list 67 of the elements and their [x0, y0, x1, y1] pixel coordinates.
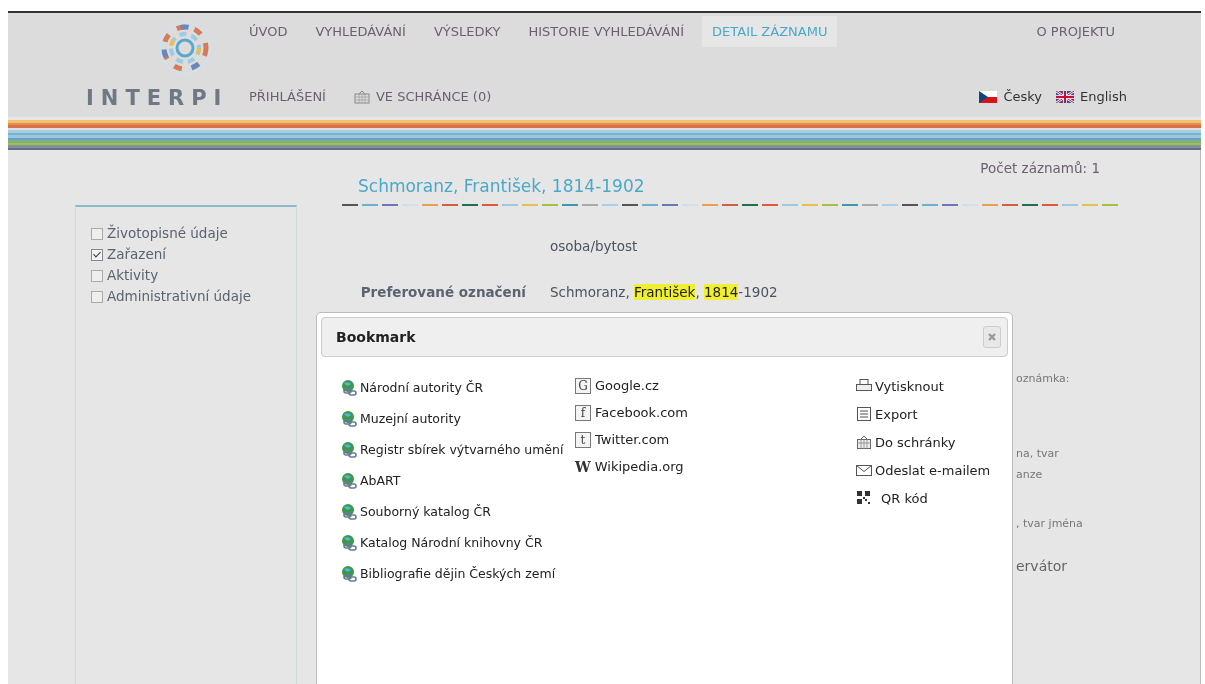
language-link[interactable]: Česky: [979, 89, 1043, 104]
share-link[interactable]: G Google.cz: [575, 372, 659, 399]
authority-link[interactable]: Bibliografie dějin Českých zemí: [340, 558, 556, 589]
field-text: na, tvar: [1016, 447, 1059, 460]
globe-link-icon: [340, 409, 358, 428]
authority-link[interactable]: Muzejní autority: [340, 403, 461, 434]
action-link[interactable]: Odeslat e-mailem: [855, 456, 991, 484]
nav-tab[interactable]: HISTORIE VYHLEDÁVÁNÍ: [528, 23, 699, 39]
nav-tab[interactable]: VYHLEDÁVÁNÍ: [315, 23, 420, 39]
close-icon: [987, 332, 997, 342]
share-link[interactable]: t Twitter.com: [575, 426, 670, 453]
authority-link[interactable]: Katalog Národní knihovny ČR: [340, 527, 543, 558]
authority-link[interactable]: AbART: [340, 465, 401, 496]
authority-link[interactable]: Národní autority ČR: [340, 372, 484, 403]
checkbox-label[interactable]: Životopisné údaje: [107, 223, 228, 244]
flag-icon: [979, 90, 998, 103]
globe-link-icon: [340, 440, 358, 459]
checkbox[interactable]: [91, 290, 103, 303]
field-label: Preferované označení: [360, 284, 526, 300]
envelope-icon: [855, 462, 873, 478]
flag-icon: [1056, 90, 1075, 103]
language-link[interactable]: English: [1056, 89, 1127, 104]
globe-link-icon: [340, 564, 358, 583]
nav-tab[interactable]: VÝSLEDKY: [433, 23, 515, 39]
field-text: ervátor: [1016, 558, 1068, 574]
nav-tab[interactable]: ÚVOD: [249, 23, 302, 39]
basket-icon: [855, 434, 873, 450]
share-link[interactable]: f Facebook.com: [575, 399, 688, 426]
site-icon: G: [575, 377, 591, 394]
authority-link[interactable]: Souborný katalog ČR: [340, 496, 491, 527]
globe-link-icon: [340, 378, 358, 397]
checkbox[interactable]: [91, 248, 103, 261]
record-count: Počet záznamů: 1: [980, 160, 1100, 176]
globe-link-icon: [340, 502, 358, 521]
site-icon: W: [575, 458, 591, 475]
field-value: Schmoranz, František, 1814-1902: [550, 284, 778, 300]
action-link[interactable]: Export: [855, 400, 918, 428]
checkbox-label[interactable]: Administrativní údaje: [107, 286, 251, 307]
field-value: osoba/bytost: [550, 238, 638, 254]
qr-code-icon: [855, 490, 873, 506]
printer-icon: [855, 378, 873, 394]
action-link[interactable]: QR kód: [855, 484, 928, 512]
site-icon: t: [575, 431, 591, 448]
document-icon: [855, 406, 873, 422]
basket-link[interactable]: VE SCHRÁNCE (0): [353, 89, 506, 104]
share-link[interactable]: W Wikipedia.org: [575, 453, 684, 480]
site-icon: f: [575, 404, 591, 421]
login-link[interactable]: PŘIHLÁŠENÍ: [249, 89, 340, 104]
globe-link-icon: [340, 471, 358, 490]
field-text: oznámka:: [1016, 372, 1070, 385]
field-text: , tvar jména: [1016, 517, 1083, 530]
globe-link-icon: [340, 533, 358, 552]
logo-text: INTERPI: [86, 86, 229, 110]
checkbox[interactable]: [91, 269, 103, 282]
close-button[interactable]: [983, 326, 1001, 348]
dialog-title: Bookmark: [336, 329, 416, 345]
nav-tab[interactable]: O PROJEKTU: [1036, 23, 1129, 39]
checkbox[interactable]: [91, 227, 103, 240]
logo-icon: [156, 19, 214, 77]
basket-icon: [353, 89, 370, 104]
action-link[interactable]: Do schránky: [855, 428, 956, 456]
record-title: Schmoranz, František, 1814-1902: [358, 176, 645, 196]
authority-link[interactable]: Registr sbírek výtvarného umění: [340, 434, 564, 465]
field-text: anze: [1016, 468, 1043, 481]
checkbox-label[interactable]: Aktivity: [107, 265, 159, 286]
checkbox-label[interactable]: Zařazení: [107, 244, 167, 265]
action-link[interactable]: Vytisknout: [855, 372, 944, 400]
